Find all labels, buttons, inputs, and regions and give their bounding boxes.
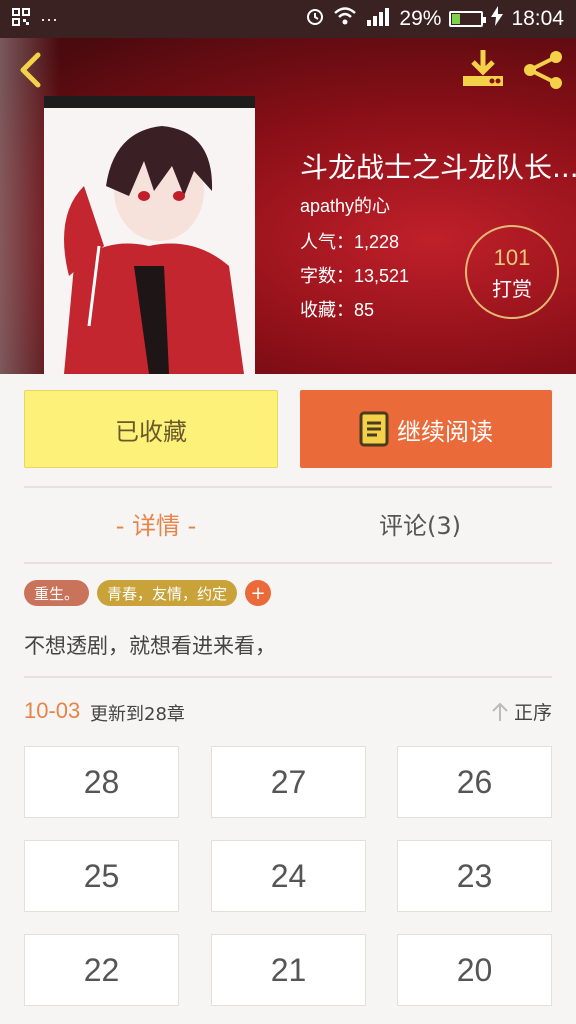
cover-illustration: [44, 108, 255, 374]
word-count-stat: 字数：13,521: [300, 266, 410, 286]
chapter-button[interactable]: 23: [397, 840, 552, 912]
wifi-icon: [333, 6, 357, 32]
tag-list: 重生。 青春，友情，约定 +: [24, 580, 272, 606]
tab-comments[interactable]: 评论(3): [288, 506, 552, 541]
book-icon: [359, 411, 389, 447]
update-text: 更新到28章: [90, 704, 185, 725]
tag-chip[interactable]: 重生。: [24, 580, 90, 606]
chapter-button[interactable]: 24: [211, 840, 366, 912]
charging-icon: [491, 6, 504, 32]
sort-order-button[interactable]: 正序: [490, 698, 552, 725]
back-button[interactable]: [14, 50, 48, 90]
status-dots: ···: [40, 9, 58, 29]
reward-button[interactable]: 101 打赏: [465, 225, 559, 319]
alarm-icon: [305, 6, 325, 32]
battery-icon: [449, 11, 487, 27]
chapter-button[interactable]: 20: [397, 934, 552, 1006]
sort-order-label: 正序: [513, 702, 552, 724]
download-icon: [463, 50, 503, 86]
signal-icon: [365, 6, 391, 32]
book-cover-image[interactable]: [44, 96, 255, 374]
share-icon: [524, 51, 562, 89]
chevron-left-icon: [20, 52, 41, 88]
chapter-button[interactable]: 27: [211, 746, 366, 818]
divider: [24, 676, 552, 678]
qr-icon: [12, 8, 30, 31]
divider: [24, 486, 552, 488]
chapter-button[interactable]: 28: [24, 746, 179, 818]
add-tag-button[interactable]: +: [245, 580, 272, 606]
reward-count: 101: [493, 245, 531, 270]
book-author[interactable]: apathy的心: [300, 192, 390, 218]
favorited-label: 已收藏: [115, 417, 187, 446]
popularity-stat: 人气：1,228: [300, 232, 400, 252]
chapter-button[interactable]: 26: [397, 746, 552, 818]
book-title: 斗龙战士之斗龙队长...: [300, 151, 576, 184]
continue-reading-button[interactable]: 继续阅读: [300, 390, 552, 468]
chapter-button[interactable]: 21: [211, 934, 366, 1006]
chapter-button[interactable]: 25: [24, 840, 179, 912]
reward-label: 打赏: [492, 277, 532, 301]
chapter-button[interactable]: 22: [24, 934, 179, 1006]
download-button[interactable]: [460, 48, 506, 92]
arrow-up-icon: [492, 702, 508, 721]
tag-chip[interactable]: 青春，友情，约定: [97, 580, 238, 606]
share-button[interactable]: [520, 48, 566, 92]
favorites-stat: 收藏：85: [300, 300, 375, 320]
status-bar: ··· 29% 18:04: [0, 0, 576, 38]
book-header: 斗龙战士之斗龙队长... apathy的心 人气：1,228 字数：13,521…: [0, 38, 576, 374]
tab-detail[interactable]: - 详情 -: [24, 506, 288, 541]
favorited-button[interactable]: 已收藏: [24, 390, 278, 468]
divider: [24, 562, 552, 564]
book-summary: 不想透剧，就想看进来看，: [24, 634, 276, 658]
battery-percent: 29%: [399, 7, 442, 30]
clock: 18:04: [511, 7, 564, 30]
update-date: 10-03: [24, 698, 81, 723]
continue-reading-label: 继续阅读: [397, 417, 493, 446]
